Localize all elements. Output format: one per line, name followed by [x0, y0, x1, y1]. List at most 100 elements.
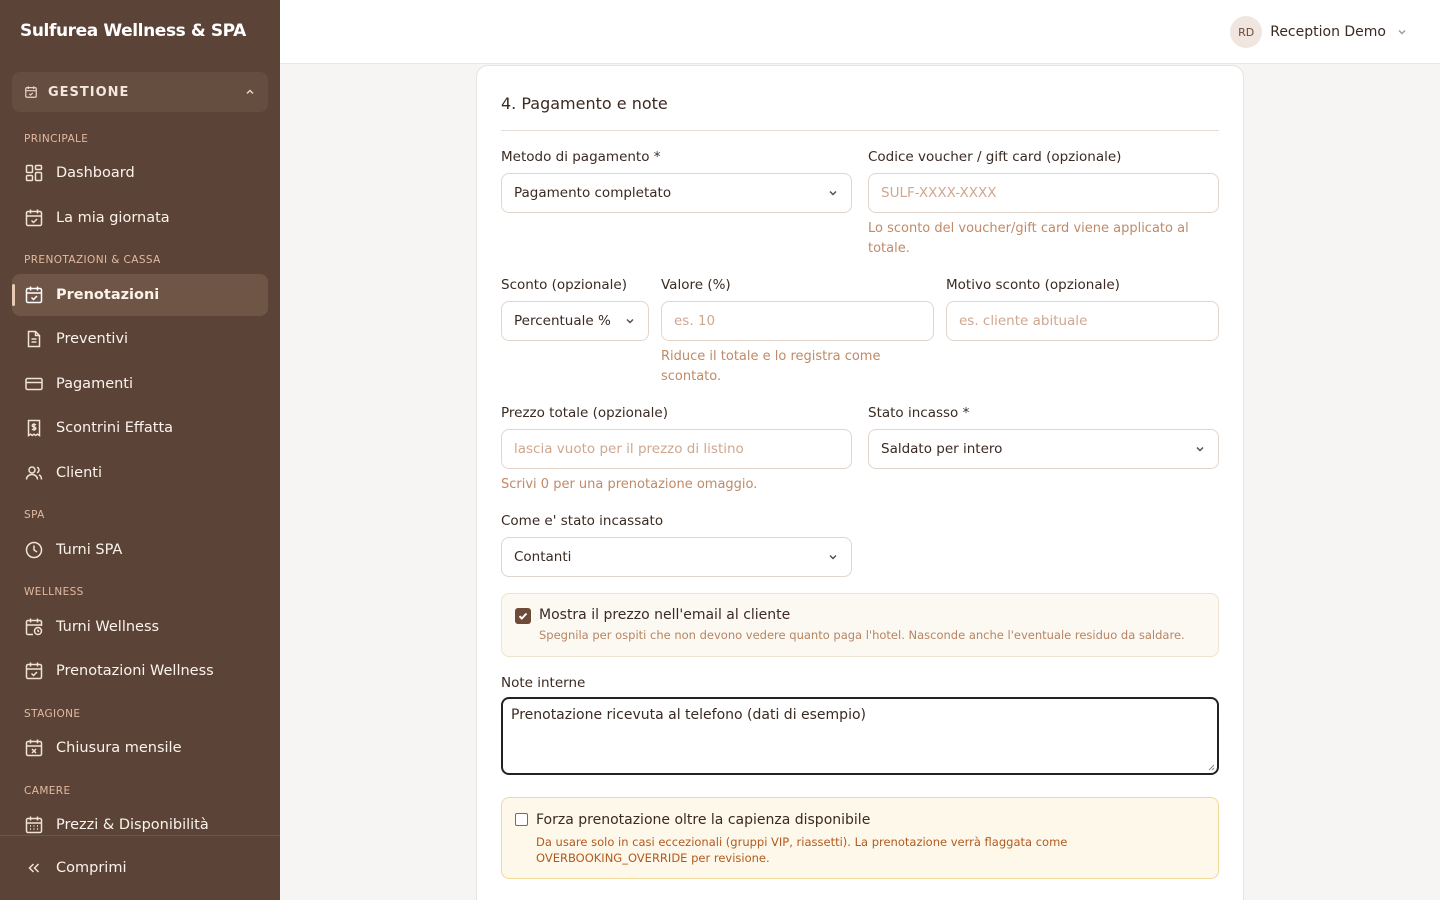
- payment-status-value: Saldato per intero: [881, 441, 1003, 457]
- sidebar-item-label: Prenotazioni: [56, 287, 160, 303]
- discount-reason-input[interactable]: es. cliente abituale: [946, 301, 1219, 341]
- calendar-check-icon: [25, 662, 43, 680]
- force-booking-checkbox[interactable]: [515, 813, 528, 826]
- payment-notes-card: 4. Pagamento e note Metodo di pagamento …: [476, 65, 1244, 900]
- chevron-down-icon: [1398, 30, 1406, 35]
- calendar-check-icon: [25, 209, 43, 227]
- sidebar-divider: [0, 835, 280, 836]
- sidebar-item-label: Preventivi: [56, 331, 129, 347]
- credit-card-icon: [25, 377, 43, 391]
- clock-icon: [25, 541, 43, 559]
- notes-textarea[interactable]: Prenotazione ricevuta al telefono (dati …: [501, 697, 1219, 775]
- payment-method-select[interactable]: Pagamento completato: [501, 173, 852, 213]
- calendar-grid-icon: [25, 816, 43, 834]
- chevron-up-icon: [246, 89, 254, 95]
- voucher-input[interactable]: SULF-XXXX-XXXX: [868, 173, 1219, 213]
- discount-type-select[interactable]: Percentuale %: [501, 301, 649, 341]
- collapse-sidebar-button[interactable]: Comprimi: [12, 847, 268, 889]
- calendar-check-icon: [25, 286, 43, 304]
- notes-value: Prenotazione ricevuta al telefono (dati …: [511, 707, 866, 723]
- sidebar-item-label: Prenotazioni Wellness: [56, 663, 214, 679]
- chevron-down-icon: [829, 191, 837, 196]
- sidebar-item-label: Scontrini Effatta: [56, 420, 174, 436]
- discount-value-hint: Riduce il totale e lo registra come scon…: [661, 347, 934, 387]
- collapse-label: Comprimi: [56, 860, 127, 876]
- sidebar-item-label: La mia giornata: [56, 210, 170, 226]
- sidebar-item-pagamenti[interactable]: Pagamenti: [12, 363, 268, 405]
- show-price-title: Mostra il prezzo nell'email al cliente: [539, 607, 791, 623]
- chevron-down-icon: [626, 319, 634, 324]
- sidebar-item-label: Dashboard: [56, 165, 135, 181]
- total-price-hint: Scrivi 0 per una prenotazione omaggio.: [501, 477, 758, 492]
- total-price-placeholder: lascia vuoto per il prezzo di listino: [514, 441, 744, 457]
- sidebar-item-dashboard[interactable]: Dashboard: [12, 152, 268, 194]
- voucher-label: Codice voucher / gift card (opzionale): [868, 149, 1122, 165]
- sidebar-item-prezzi-disponibilita[interactable]: Prezzi & Disponibilità: [12, 804, 268, 846]
- collection-method-label: Come e' stato incassato: [501, 513, 664, 529]
- payment-status-label: Stato incasso *: [868, 405, 970, 421]
- notes-label: Note interne: [501, 675, 586, 691]
- total-price-label: Prezzo totale (opzionale): [501, 405, 668, 421]
- chevrons-left-icon: [28, 863, 40, 873]
- discount-hint-line: scontato.: [661, 369, 722, 384]
- sidebar-item-prenotazioni-wellness[interactable]: Prenotazioni Wellness: [12, 650, 268, 692]
- gestione-label: GESTIONE: [48, 84, 130, 100]
- collection-method-value: Contanti: [514, 549, 572, 565]
- section-principale: PRINCIPALE: [24, 133, 89, 145]
- collection-method-select[interactable]: Contanti: [501, 537, 852, 577]
- calendar-clock-icon: [25, 618, 43, 636]
- force-booking-option: Forza prenotazione oltre la capienza dis…: [501, 797, 1219, 879]
- sidebar-item-label: Pagamenti: [56, 376, 134, 392]
- sidebar-item-label: Turni Wellness: [56, 619, 160, 635]
- users-icon: [25, 466, 43, 480]
- document-icon: [27, 330, 41, 348]
- topbar: RD Reception Demo: [280, 0, 1440, 64]
- payment-status-select[interactable]: Saldato per intero: [868, 429, 1219, 469]
- check-icon: [518, 612, 528, 620]
- sidebar-item-label: Chiusura mensile: [56, 740, 182, 756]
- calendar-x-icon: [25, 739, 43, 757]
- sidebar-item-chiusura-mensile[interactable]: Chiusura mensile: [12, 727, 268, 769]
- resize-grip-icon[interactable]: [1207, 763, 1215, 771]
- voucher-hint: Lo sconto del voucher/gift card viene ap…: [868, 219, 1219, 259]
- section-stagione: STAGIONE: [24, 708, 81, 720]
- sidebar-item-prenotazioni[interactable]: Prenotazioni: [12, 274, 268, 316]
- sidebar-item-clienti[interactable]: Clienti: [12, 452, 268, 494]
- payment-method-label: Metodo di pagamento *: [501, 149, 661, 165]
- gestione-group-toggle[interactable]: GESTIONE: [12, 72, 268, 112]
- show-price-subtitle: Spegnila per ospiti che non devono veder…: [539, 628, 1185, 642]
- discount-type-value: Percentuale %: [514, 313, 611, 329]
- discount-reason-placeholder: es. cliente abituale: [959, 313, 1088, 329]
- sidebar-item-la-mia-giornata[interactable]: La mia giornata: [12, 197, 268, 239]
- receipt-icon: [27, 419, 41, 437]
- user-menu[interactable]: RD Reception Demo: [1230, 16, 1408, 48]
- section-spa: SPA: [24, 509, 45, 521]
- section-camere: CAMERE: [24, 785, 71, 797]
- discount-reason-label: Motivo sconto (opzionale): [946, 277, 1120, 293]
- discount-hint-line: Riduce il totale e lo registra come: [661, 349, 881, 364]
- discount-value-input[interactable]: es. 10: [661, 301, 934, 341]
- sidebar-item-scontrini[interactable]: Scontrini Effatta: [12, 407, 268, 449]
- section-divider: [501, 130, 1219, 131]
- total-price-input[interactable]: lascia vuoto per il prezzo di listino: [501, 429, 852, 469]
- calendar-icon: [25, 86, 37, 98]
- section-prenotazioni-cassa: PRENOTAZIONI & CASSA: [24, 254, 161, 266]
- avatar: RD: [1230, 16, 1263, 48]
- payment-method-value: Pagamento completato: [514, 185, 672, 201]
- sidebar-item-turni-spa[interactable]: Turni SPA: [12, 529, 268, 571]
- dashboard-icon: [25, 164, 43, 182]
- sidebar: Sulfurea Wellness & SPA GESTIONE PRINCIP…: [0, 0, 280, 900]
- sidebar-item-label: Turni SPA: [56, 542, 123, 558]
- discount-type-label: Sconto (opzionale): [501, 277, 627, 293]
- sidebar-item-turni-wellness[interactable]: Turni Wellness: [12, 606, 268, 648]
- brand-name: Sulfurea Wellness & SPA: [20, 21, 246, 41]
- sidebar-item-preventivi[interactable]: Preventivi: [12, 318, 268, 360]
- show-price-checkbox[interactable]: [515, 608, 531, 624]
- discount-value-placeholder: es. 10: [674, 313, 716, 329]
- discount-value-label: Valore (%): [661, 277, 731, 293]
- section-title: 4. Pagamento e note: [501, 94, 668, 113]
- chevron-down-icon: [1196, 447, 1204, 452]
- section-wellness: WELLNESS: [24, 586, 84, 598]
- voucher-hint-line: Lo sconto del voucher/gift card viene ap…: [868, 221, 1189, 236]
- chevron-down-icon: [829, 555, 837, 560]
